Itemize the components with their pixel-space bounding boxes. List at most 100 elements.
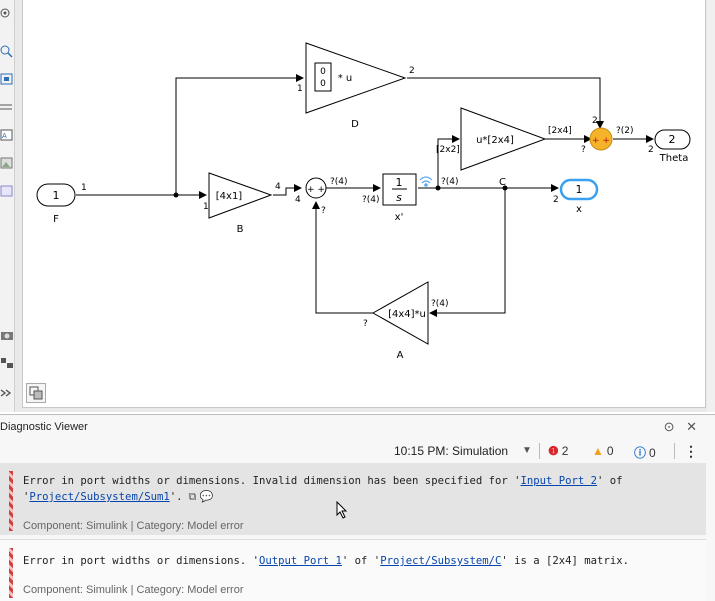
gain-D-suffix: * u xyxy=(338,73,353,84)
signal-logging-icon[interactable] xyxy=(419,176,433,187)
message-text: Error in port widths or dimensions. Inva… xyxy=(23,475,521,487)
dim-label: 2 xyxy=(553,195,559,205)
integrator-label: x' xyxy=(395,212,404,223)
info-count-filter[interactable]: ⓘ 0 xyxy=(634,444,656,461)
simulation-run-selector[interactable]: 10:15 PM: Simulation xyxy=(394,444,508,458)
more-options-icon[interactable]: ⋮ xyxy=(684,443,698,460)
fit-to-view-icon[interactable] xyxy=(0,72,14,86)
navigate-icon[interactable] xyxy=(0,6,14,20)
panel-controls: ⊙ ✕ xyxy=(656,419,697,435)
gain-A-value: [4x4]*u xyxy=(388,309,426,320)
error-icon: ❶ xyxy=(548,444,559,458)
line-to-D[interactable] xyxy=(175,74,304,195)
chevron-down-icon[interactable]: ▼ xyxy=(522,445,532,456)
warning-count: 0 xyxy=(606,444,614,458)
inport-F-label: F xyxy=(53,214,59,225)
right-edge-panel xyxy=(707,0,715,412)
info-icon: ⓘ xyxy=(634,446,647,460)
warning-count-filter[interactable]: ▲ 0 xyxy=(592,444,614,458)
block-diagram-canvas[interactable]: 1 F [4x1] B 0 0 * u D + + 1 s x' u*[2x4]… xyxy=(22,0,706,408)
block-diagram: 1 F [4x1] B 0 0 * u D + + 1 s x' u*[2x4]… xyxy=(36,42,691,361)
diagnostic-viewer: Diagnostic Viewer ⊙ ✕ 10:15 PM: Simulati… xyxy=(0,414,715,601)
ask-community-icon[interactable]: 💬 xyxy=(200,490,214,503)
line-D-to-sum2[interactable] xyxy=(407,77,604,129)
branch-point xyxy=(435,185,441,191)
camera-icon[interactable] xyxy=(0,328,14,342)
dim-label: ?(4) xyxy=(330,177,348,187)
hide-show-explorer-button[interactable] xyxy=(26,383,46,403)
gain-D-matrix-entry: 0 xyxy=(320,79,326,89)
block-path-link[interactable]: Project/Subsystem/Sum1 xyxy=(29,491,169,503)
area-icon[interactable] xyxy=(0,184,14,198)
error-severity-bar xyxy=(9,548,13,598)
message-text: '. xyxy=(169,491,183,503)
gain-block-B[interactable]: [4x1] B xyxy=(208,172,273,235)
message-text: ' is a [2x4] matrix. xyxy=(501,555,629,567)
outport-theta[interactable]: 2 Theta xyxy=(654,129,691,164)
toolbar-divider xyxy=(539,443,540,459)
model-editor: A 1 F [4x1] B 0 0 * u D + + 1 s x' u*[2x… xyxy=(0,0,715,412)
line-to-A[interactable] xyxy=(429,188,506,317)
route-lines-icon[interactable] xyxy=(0,100,14,114)
diagnostic-message[interactable]: Error in port widths or dimensions. 'Out… xyxy=(0,539,706,601)
close-icon[interactable]: ✕ xyxy=(686,419,697,434)
gain-matrix-value: u*[2x4] xyxy=(476,135,514,146)
message-line: 'Project/Subsystem/Sum1'. ⧉ 💬 xyxy=(23,489,214,505)
dim-label: 2 xyxy=(592,116,598,126)
mouse-pointer-icon xyxy=(336,501,348,519)
dim-label: ? xyxy=(363,319,368,329)
sum-block[interactable]: + + xyxy=(305,177,327,199)
gain-block-D[interactable]: 0 0 * u D xyxy=(305,42,407,130)
model-browser-icon[interactable] xyxy=(0,356,14,370)
explorer-toggle-icon xyxy=(29,386,43,400)
message-text: Error in port widths or dimensions. ' xyxy=(23,555,259,567)
message-component: Component: Simulink | Category: Model er… xyxy=(23,584,244,596)
dim-label: ?(4) xyxy=(362,195,380,205)
message-line: Error in port widths or dimensions. Inva… xyxy=(23,473,623,489)
copy-icon[interactable]: ⧉ xyxy=(188,490,196,503)
integrator-numerator: 1 xyxy=(396,176,403,189)
outport-theta-number: 2 xyxy=(669,133,676,146)
output-port-link[interactable]: Output Port 1 xyxy=(259,555,342,567)
diagnostic-viewer-title: Diagnostic Viewer xyxy=(0,421,88,433)
error-count: 2 xyxy=(561,444,569,458)
gain-D-label: D xyxy=(351,119,359,130)
inport-F[interactable]: 1 F xyxy=(36,183,76,225)
dim-label: ?(4) xyxy=(441,177,459,187)
line-A-to-sum[interactable] xyxy=(312,201,373,314)
error-count-filter[interactable]: ❶2 xyxy=(548,444,568,458)
integrator-denominator: s xyxy=(396,191,402,204)
outport-x-number: 1 xyxy=(576,183,583,196)
zoom-in-icon[interactable] xyxy=(0,44,14,58)
message-component: Component: Simulink | Category: Model er… xyxy=(23,520,244,532)
dim-label: [2x4] xyxy=(548,126,572,136)
dim-label: ? xyxy=(321,206,326,216)
gain-B-label: B xyxy=(237,224,244,235)
inport-F-number: 1 xyxy=(53,189,60,202)
message-line: Error in port widths or dimensions. 'Out… xyxy=(23,553,629,569)
image-icon[interactable] xyxy=(0,156,14,170)
input-port-link[interactable]: Input Port 2 xyxy=(520,475,597,487)
sum-block-highlighted[interactable]: + + xyxy=(589,127,613,151)
expand-chevron-icon[interactable] xyxy=(0,386,14,400)
integrator-block[interactable]: 1 s x' xyxy=(382,173,417,223)
outport-theta-label: Theta xyxy=(659,153,689,164)
panel-options-icon[interactable]: ⊙ xyxy=(664,419,675,434)
annotation-icon[interactable]: A xyxy=(0,128,14,142)
outport-x[interactable]: 1 x xyxy=(559,178,599,215)
diagnostic-toolbar: 10:15 PM: Simulation ▼ ❶2 ▲ 0 ⓘ 0 ⋮ xyxy=(0,441,706,463)
gain-block-A[interactable]: [4x4]*u A xyxy=(371,281,429,361)
dim-label: 2 xyxy=(648,145,654,155)
gain-block-matrix[interactable]: u*[2x4] xyxy=(460,107,547,171)
warning-icon: ▲ xyxy=(592,444,604,458)
svg-text:A: A xyxy=(2,132,7,140)
message-text: ' of xyxy=(597,475,623,487)
block-path-link[interactable]: Project/Subsystem/C xyxy=(380,555,501,567)
gain-B-value: [4x1] xyxy=(216,191,243,202)
diagnostic-message[interactable]: Error in port widths or dimensions. Inva… xyxy=(0,463,706,535)
dim-label: 4 xyxy=(295,195,301,205)
dim-label: 1 xyxy=(203,202,209,212)
simulink-window: A 1 F [4x1] B 0 0 * u D + + 1 s x' u*[2x… xyxy=(0,0,715,601)
dim-label: 1 xyxy=(81,183,87,193)
branch-point xyxy=(173,192,179,198)
